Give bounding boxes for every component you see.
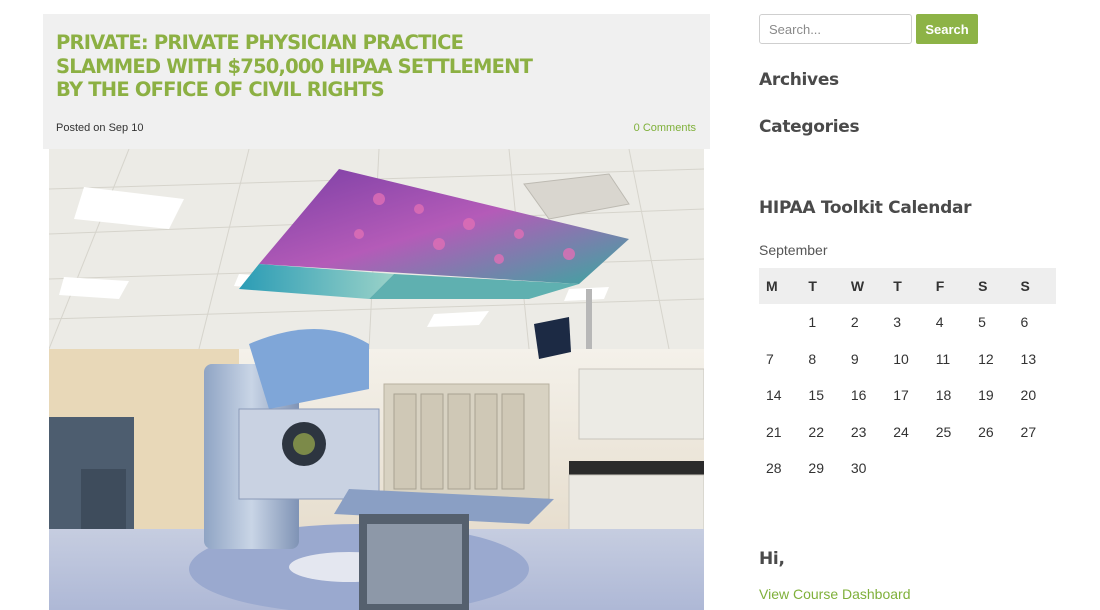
search-button[interactable]: Search <box>916 14 978 44</box>
weekday-label: S <box>971 268 1014 304</box>
calendar-day: 15 <box>808 387 824 404</box>
post-featured-image <box>49 149 704 610</box>
calendar-table: M T W T F S S 1 2 3 4 5 6 7 8 9 10 11 12… <box>759 268 1056 487</box>
calendar-week-row: 1 2 3 4 5 6 <box>759 304 1056 341</box>
greeting-title: Hi, <box>759 549 785 569</box>
calendar-day <box>1014 450 1056 487</box>
search-input[interactable] <box>759 14 912 44</box>
weekday-label: F <box>928 268 972 304</box>
calendar-day: 23 <box>850 423 867 440</box>
calendar-day: 1 <box>808 314 817 331</box>
calendar-day: 12 <box>978 350 994 367</box>
calendar-day: 13 <box>1020 350 1037 367</box>
calendar-day: 17 <box>893 387 909 404</box>
post-title[interactable]: PRIVATE: PRIVATE PHYSICIAN PRACTICE SLAM… <box>56 31 536 102</box>
weekday-label: S <box>1013 268 1056 304</box>
weekday-label: M <box>759 268 802 304</box>
calendar-day <box>759 304 801 341</box>
calendar-day: 18 <box>935 387 952 404</box>
calendar-day <box>886 450 928 487</box>
comments-link[interactable]: 0 Comments <box>634 122 696 134</box>
calendar-day: 16 <box>850 387 867 404</box>
calendar-day: 3 <box>893 314 902 331</box>
calendar-day: 7 <box>766 350 774 367</box>
calendar-day: 9 <box>850 350 859 367</box>
calendar-day: 22 <box>808 423 824 440</box>
archives-title: Archives <box>759 70 839 90</box>
calendar-day: 2 <box>850 314 859 331</box>
calendar-day <box>971 450 1013 487</box>
calendar-day: 20 <box>1020 387 1037 404</box>
calendar-day: 27 <box>1020 423 1037 440</box>
calendar-day <box>929 450 971 487</box>
calendar-day: 26 <box>978 423 994 440</box>
calendar-week-row: 7 8 9 10 11 12 13 <box>759 341 1056 378</box>
weekday-label: T <box>886 268 929 304</box>
calendar-day: 21 <box>766 423 782 440</box>
calendar-week-row: 14 15 16 17 18 19 20 <box>759 377 1056 414</box>
calendar-title: HIPAA Toolkit Calendar <box>759 198 972 218</box>
calendar-day: 6 <box>1020 314 1029 331</box>
calendar-week-row: 28 29 30 <box>759 450 1056 487</box>
calendar-day: 29 <box>808 460 824 477</box>
calendar-day: 14 <box>766 387 782 404</box>
calendar-day: 5 <box>978 314 986 331</box>
weekday-label: W <box>843 268 887 304</box>
categories-title: Categories <box>759 117 860 137</box>
calendar-day: 10 <box>893 350 909 367</box>
weekday-label: T <box>801 268 844 304</box>
view-course-dashboard-link[interactable]: View Course Dashboard <box>759 586 911 602</box>
calendar-month: September <box>759 242 828 258</box>
calendar-header-row: M T W T F S S <box>759 268 1056 304</box>
calendar-day: 25 <box>935 423 952 440</box>
calendar-day: 24 <box>893 423 909 440</box>
calendar-week-row: 21 22 23 24 25 26 27 <box>759 414 1056 451</box>
calendar-day: 30 <box>850 460 867 477</box>
calendar-day: 28 <box>766 460 782 477</box>
post-date: Posted on Sep 10 <box>56 122 144 134</box>
calendar-day: 8 <box>808 350 817 367</box>
calendar-day: 19 <box>978 387 994 404</box>
post-header: PRIVATE: PRIVATE PHYSICIAN PRACTICE SLAM… <box>43 14 710 149</box>
calendar-day: 11 <box>935 350 951 367</box>
calendar-day: 4 <box>935 314 944 331</box>
